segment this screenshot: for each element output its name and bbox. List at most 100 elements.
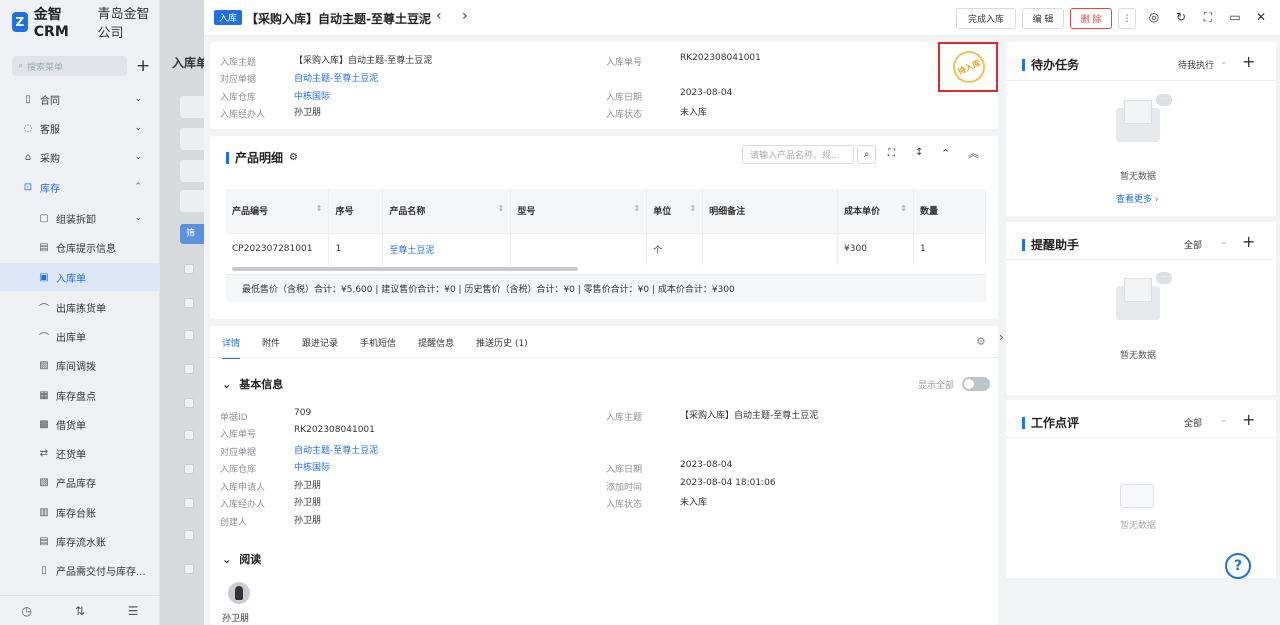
sidebar-footer: ◷ ⇅ ☰ — [0, 595, 160, 625]
help-button[interactable]: ? — [1225, 553, 1251, 579]
column-header[interactable]: 序号 — [328, 189, 384, 233]
add-menu-button[interactable]: + — [136, 56, 150, 76]
field-link[interactable]: 中栋国际 — [294, 460, 330, 473]
collapse-up-icon[interactable]: ⌃ — [941, 147, 950, 160]
horizontal-scrollbar[interactable] — [232, 267, 578, 271]
sidebar-item[interactable]: ◌ 客服 ⌄ — [0, 114, 160, 142]
sidebar-item[interactable]: ▯ 合同 ⌄ — [0, 85, 160, 113]
basic-info-header[interactable]: ⌄ 基本信息 — [222, 376, 283, 392]
chevron-down-icon[interactable]: ⌄ — [1220, 237, 1228, 247]
target-icon[interactable]: ◎ — [1147, 10, 1161, 24]
column-header[interactable]: 产品名称 ⇕ — [382, 189, 512, 233]
warehouse-link[interactable]: 中栋国际 — [294, 89, 330, 102]
field-value: 孙卫朋 — [294, 481, 322, 491]
collapse-icon[interactable]: ☰ — [128, 604, 139, 618]
column-header[interactable]: 数量 — [913, 189, 987, 233]
tab-5[interactable]: 推送历史 (1) — [476, 336, 528, 359]
chevron-down-icon[interactable]: ⌄ — [1220, 57, 1228, 67]
column-header[interactable]: 成本单价 ⇕ — [837, 189, 914, 233]
sidebar-item[interactable]: ▢ 组装拆卸 ⌄ — [0, 204, 160, 232]
show-all-toggle[interactable] — [962, 377, 990, 391]
todo-filter-select[interactable]: 待我执行 — [1178, 58, 1214, 71]
filter-icon[interactable]: ⇅ — [75, 604, 85, 618]
sidebar-item[interactable]: ▧ 产品库存 — [0, 468, 160, 496]
review-filter-select[interactable]: 全部 — [1184, 416, 1202, 429]
reminder-filter-select[interactable]: 全部 — [1184, 238, 1202, 251]
menu-search-input[interactable]: ⌕ 搜索菜单 — [12, 56, 127, 76]
tab-1[interactable]: 附件 — [262, 336, 280, 359]
field-label: 入库日期 — [606, 93, 643, 103]
sidebar-item[interactable]: ▥ 库存台账 — [0, 498, 160, 526]
empty-inbox-icon: ··· — [1108, 94, 1172, 144]
tab-2[interactable]: 跟进记录 — [302, 336, 338, 359]
more-button[interactable]: ⋮ — [1118, 8, 1136, 29]
edit-button[interactable]: 编 辑 — [1022, 8, 1064, 29]
copy-icon[interactable]: ⧉ — [417, 12, 424, 23]
view-more-link[interactable]: 查看更多 › — [1116, 192, 1158, 205]
sidebar-item[interactable]: ⌂ 采购 ⌄ — [0, 143, 160, 171]
column-header[interactable]: 产品编号 ⇕ — [226, 189, 330, 233]
field-label: 对应单据 — [220, 448, 257, 458]
sort-icon[interactable]: ⇕ — [633, 204, 640, 213]
gear-icon[interactable]: ⚙ — [976, 335, 986, 348]
field-link[interactable]: 自动主题-至尊土豆泥 — [294, 443, 378, 456]
minimize-icon[interactable]: ▭ — [1228, 10, 1242, 24]
sidebar-item[interactable]: ▨ 库间调拨 — [0, 351, 160, 379]
sidebar-item[interactable]: ▤ 仓库提示信息 — [0, 233, 160, 261]
product-search-input[interactable]: 请输入产品名称、规... — [742, 145, 854, 164]
delete-button[interactable]: 删 除 — [1070, 8, 1112, 29]
add-todo-button[interactable]: + — [1242, 52, 1255, 71]
sidebar-item[interactable]: ⊡ 库存 ⌃ — [0, 173, 160, 201]
complete-stock-in-button[interactable]: 完成入库 — [956, 8, 1016, 29]
add-review-button[interactable]: + — [1242, 410, 1255, 429]
column-header[interactable]: 型号 ⇕ — [510, 189, 648, 233]
sidebar: Z 金智CRM 青岛金智公司 ⌕ 搜索菜单 + ▯ 合同 ⌄ ◌ 客服 ⌄ ⌂ 采购 ⌄ ⊡ 库存 ⌃… — [0, 0, 160, 625]
expand-icon[interactable]: ⛶ — [888, 148, 895, 159]
brand[interactable]: Z 金智CRM 青岛金智公司 — [12, 7, 159, 41]
field-label: 对应单据 — [220, 75, 257, 85]
fullscreen-icon[interactable]: ⛶ — [1201, 10, 1215, 25]
sidebar-item[interactable]: ▯ 产品需交付与库存... — [0, 556, 160, 584]
sidebar-item[interactable]: ▤ 库存流水账 — [0, 527, 160, 555]
sidebar-item[interactable]: ⇄ 还货单 — [0, 439, 160, 467]
sidebar-item[interactable]: ⌒ 出库拣货单 — [0, 293, 160, 321]
chevron-down-icon[interactable]: ⌄ — [1220, 415, 1228, 425]
sidebar-item[interactable]: ▦ 库存盘点 — [0, 381, 160, 409]
prev-record-button[interactable]: ‹ — [436, 8, 442, 24]
sidebar-item[interactable]: ▣ 入库单 — [0, 263, 160, 291]
avatar[interactable] — [228, 582, 250, 604]
sort-icon[interactable]: ⇕ — [316, 204, 323, 213]
sort-vertical-icon[interactable]: ↕ — [915, 147, 923, 158]
next-record-button[interactable]: › — [462, 8, 468, 24]
add-reminder-button[interactable]: + — [1242, 232, 1255, 251]
company-name[interactable]: 青岛金智公司 — [97, 3, 159, 41]
tab-0[interactable]: 详情 — [222, 336, 241, 359]
sidebar-item[interactable]: ▩ 借货单 — [0, 410, 160, 438]
sidebar-item-label: 库存台账 — [56, 508, 96, 520]
collapse-all-icon[interactable]: ︽ — [968, 145, 979, 161]
collapse-right-panel-icon[interactable]: › — [999, 330, 1004, 344]
tab-3[interactable]: 手机短信 — [360, 336, 396, 359]
review-panel: 工作点评 全部 ⌄ + 暂无数据 — [1006, 400, 1276, 578]
refresh-icon[interactable]: ↻ — [1174, 10, 1188, 24]
sort-icon[interactable]: ⇕ — [498, 204, 505, 213]
reading-header[interactable]: ⌄ 阅读 — [222, 551, 261, 567]
section-title: 产品明细 — [235, 151, 284, 165]
sidebar-item[interactable]: ⌒ 出库单 — [0, 322, 160, 350]
table-row[interactable]: CP202307281001 1 至尊土豆泥个 ¥300 1 — [226, 232, 987, 265]
related-doc-link[interactable]: 自动主题-至尊土豆泥 — [294, 71, 378, 84]
column-header[interactable]: 明细备注 — [702, 189, 839, 233]
settings-icon[interactable]: ⚙ — [289, 152, 298, 163]
sidebar-item-label: 库存流水账 — [56, 537, 106, 549]
column-header[interactable]: 单位 ⇕ — [646, 189, 704, 233]
history-icon[interactable]: ◷ — [21, 604, 31, 618]
product-name-link[interactable]: 至尊土豆泥 — [382, 232, 512, 265]
stocktake-icon: ▦ — [39, 389, 49, 401]
sort-icon[interactable]: ⇕ — [900, 204, 907, 213]
tab-4[interactable]: 提醒信息 — [418, 336, 454, 359]
field-label: 入库主题 — [220, 58, 257, 68]
search-icon[interactable]: ⌕ — [857, 145, 876, 164]
close-icon[interactable]: ✕ — [1254, 10, 1268, 24]
sort-icon[interactable]: ⇕ — [689, 204, 696, 213]
status-stamp-highlight: 待入库 — [938, 42, 998, 92]
